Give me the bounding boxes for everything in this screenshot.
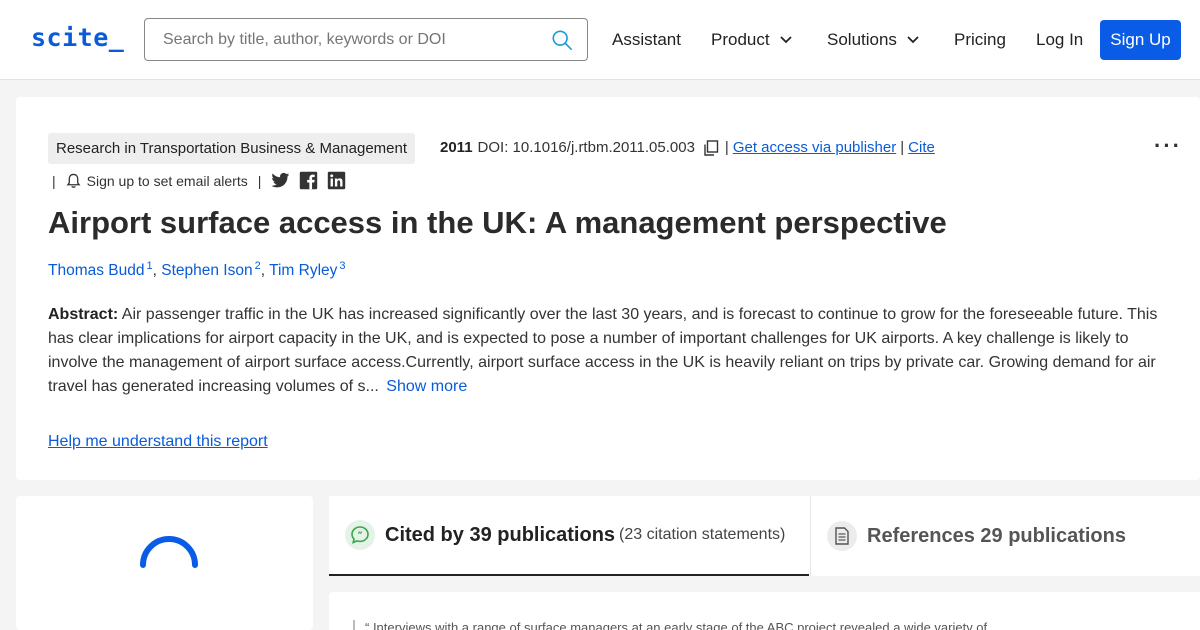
citation-statement-count: (23 citation statements) (619, 526, 786, 543)
paper-meta: 2011 DOI: 10.1016/j.rtbm.2011.05.003 | G… (440, 139, 935, 156)
cited-by-title: Cited by 39 publications (385, 523, 616, 546)
nav-product[interactable]: Product (711, 30, 792, 50)
signup-button[interactable]: Sign Up (1100, 20, 1181, 60)
side-panel (16, 496, 313, 630)
doi-text: DOI: 10.1016/j.rtbm.2011.05.003 (477, 139, 695, 156)
paper-card: Research in Transportation Business & Ma… (16, 97, 1200, 480)
chevron-down-icon (779, 36, 792, 44)
loading-spinner-icon (140, 536, 198, 568)
author-link[interactable]: Tim Ryley (269, 262, 337, 279)
author-affiliation-number: 1 (146, 260, 153, 272)
linkedin-icon[interactable] (327, 171, 346, 190)
email-alerts-link[interactable]: Sign up to set email alerts (87, 173, 248, 189)
nav-product-label: Product (711, 30, 770, 49)
chevron-down-icon (907, 36, 919, 44)
publication-year: 2011 (440, 139, 473, 156)
more-options-icon[interactable]: ··· (1154, 133, 1182, 159)
author-list: Thomas Budd 1, Stephen Ison 2, Tim Ryley 3 (48, 260, 346, 279)
abstract: Abstract: Air passenger traffic in the U… (48, 303, 1173, 399)
cite-link[interactable]: Cite (908, 139, 935, 156)
nav-solutions-label: Solutions (827, 30, 897, 49)
divider: | (52, 172, 56, 189)
get-access-link[interactable]: Get access via publisher (733, 139, 896, 156)
twitter-icon[interactable] (271, 171, 290, 190)
facebook-icon[interactable] (299, 171, 318, 190)
top-navbar: scite_ Assistant Product Solutions Prici… (0, 0, 1200, 80)
copy-icon[interactable] (703, 139, 719, 156)
search-icon[interactable] (551, 29, 573, 51)
citation-tabs: ” Cited by 39 publications (23 citation … (329, 496, 1200, 576)
document-icon (827, 521, 857, 551)
scite-logo[interactable]: scite_ (31, 23, 124, 52)
help-understand-link[interactable]: Help me understand this report (48, 433, 268, 451)
citation-statement-text: “ Interviews with a range of surface man… (353, 620, 1173, 630)
author-affiliation-number: 2 (254, 260, 261, 272)
divider: | (900, 139, 905, 156)
svg-text:”: ” (357, 531, 362, 540)
login-link[interactable]: Log In (1036, 30, 1083, 50)
tab-cited-by[interactable]: ” Cited by 39 publications (23 citation … (329, 496, 809, 576)
author-affiliation-number: 3 (339, 260, 346, 272)
author-link[interactable]: Thomas Budd (48, 262, 145, 279)
nav-assistant[interactable]: Assistant (612, 30, 681, 50)
nav-solutions[interactable]: Solutions (827, 30, 919, 50)
paper-title: Airport surface access in the UK: A mana… (48, 205, 947, 240)
abstract-label: Abstract: (48, 306, 119, 323)
search-box[interactable] (144, 18, 588, 61)
divider: | (724, 139, 729, 156)
citation-statement-card: “ Interviews with a range of surface man… (329, 592, 1200, 630)
divider: | (257, 172, 262, 189)
nav-pricing[interactable]: Pricing (954, 30, 1006, 50)
alerts-share-row: | Sign up to set email alerts | (52, 171, 355, 190)
show-more-button[interactable]: Show more (386, 378, 467, 395)
search-input[interactable] (146, 20, 536, 59)
references-title: References 29 publications (867, 524, 1126, 547)
journal-tag[interactable]: Research in Transportation Business & Ma… (48, 133, 416, 164)
tab-references[interactable]: References 29 publications (810, 496, 1200, 576)
author-link[interactable]: Stephen Ison (161, 262, 252, 279)
bell-icon[interactable] (66, 173, 81, 189)
abstract-text: Air passenger traffic in the UK has incr… (48, 306, 1158, 395)
citation-bubble-icon: ” (345, 520, 375, 550)
